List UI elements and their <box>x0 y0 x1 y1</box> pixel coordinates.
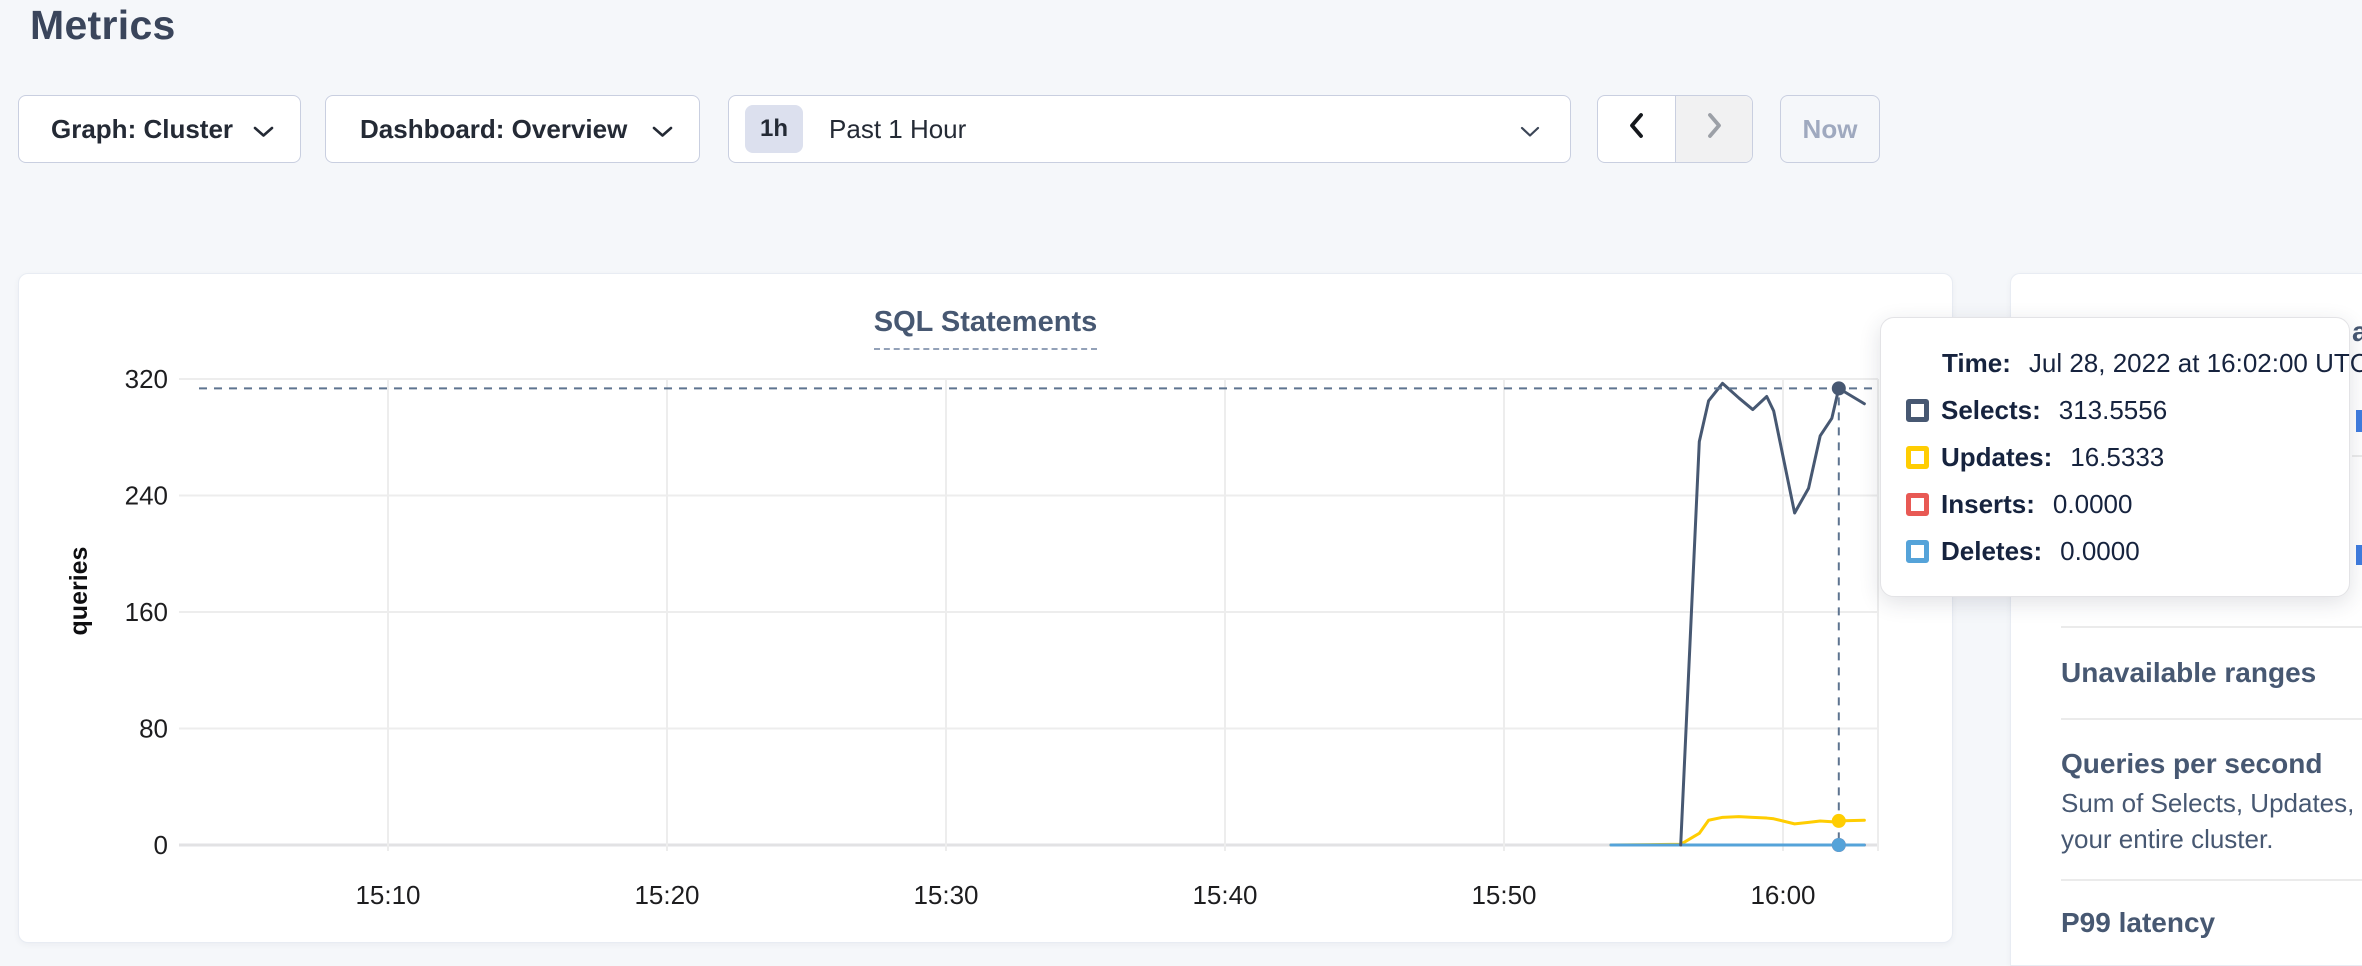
graph-scope-dropdown[interactable]: Graph: Cluster <box>18 95 301 163</box>
summary-heading-qps: Queries per second <box>2061 748 2322 780</box>
svg-text:240: 240 <box>125 481 168 511</box>
time-nav-group <box>1597 95 1753 163</box>
metrics-page: { "page": { "title": "Metrics", "backgro… <box>0 0 2362 966</box>
chevron-down-icon <box>253 114 274 145</box>
svg-text:15:20: 15:20 <box>634 880 699 910</box>
dashboard-dropdown[interactable]: Dashboard: Overview <box>325 95 700 163</box>
chevron-down-icon <box>652 114 673 145</box>
tooltip-row-updates: Updates: 16.5333 <box>1906 440 2349 474</box>
dashboard-label: Dashboard: Overview <box>360 114 627 145</box>
now-button[interactable]: Now <box>1780 95 1880 163</box>
tooltip-series-value: 313.5556 <box>2059 395 2167 426</box>
svg-text:80: 80 <box>139 714 168 744</box>
svg-text:16:00: 16:00 <box>1750 880 1815 910</box>
tooltip-row-deletes: Deletes: 0.0000 <box>1906 534 2349 568</box>
inserts-series-swatch-icon <box>1906 493 1929 516</box>
divider <box>2352 455 2362 457</box>
sql-statements-card: SQL Statements 08016024032015:1015:2015:… <box>18 273 1953 943</box>
tooltip-row-selects: Selects: 313.5556 <box>1906 393 2349 427</box>
qps-description-line1: Sum of Selects, Updates, Inser <box>2061 788 2362 819</box>
divider <box>2061 718 2362 720</box>
time-forward-button[interactable] <box>1675 96 1752 162</box>
summary-heading-p99-latency: P99 latency <box>2061 907 2215 939</box>
graph-scope-label: Graph: Cluster <box>51 114 233 145</box>
tooltip-series-label: Updates: <box>1941 442 2052 473</box>
svg-text:160: 160 <box>125 597 168 627</box>
sql-statements-chart[interactable]: 0 80 160 240 320 15:10 15:20 15:30 15:40 15:50 16:… <box>19 274 1954 944</box>
tooltip-series-label: Selects: <box>1941 395 2041 426</box>
chevron-left-icon <box>1628 112 1645 146</box>
tooltip-series-value: 0.0000 <box>2060 536 2140 567</box>
clipped-link-fragment[interactable] <box>2356 545 2362 565</box>
tooltip-time-value: Jul 28, 2022 at 16:02:00 UTC <box>2029 348 2362 379</box>
chevron-right-icon <box>1706 112 1723 146</box>
svg-text:15:10: 15:10 <box>355 880 420 910</box>
chart-hover-tooltip: Time: Jul 28, 2022 at 16:02:00 UTC Selec… <box>1880 317 2350 597</box>
tooltip-time-row: Time: Jul 28, 2022 at 16:02:00 UTC <box>1942 346 2349 380</box>
qps-description-line2: your entire cluster. <box>2061 824 2273 855</box>
tooltip-series-label: Inserts: <box>1941 489 2035 520</box>
time-range-badge: 1h <box>745 105 803 153</box>
svg-text:15:30: 15:30 <box>913 880 978 910</box>
summary-heading-unavailable-ranges: Unavailable ranges <box>2061 657 2316 689</box>
deletes-series-swatch-icon <box>1906 540 1929 563</box>
tooltip-row-inserts: Inserts: 0.0000 <box>1906 487 2349 521</box>
tooltip-series-value: 16.5333 <box>2070 442 2164 473</box>
tooltip-series-value: 0.0000 <box>2053 489 2133 520</box>
selects-series-swatch-icon <box>1906 399 1929 422</box>
time-range-label: Past 1 Hour <box>829 114 1520 145</box>
time-back-button[interactable] <box>1598 96 1675 162</box>
page-title: Metrics <box>30 2 176 49</box>
time-range-selector[interactable]: 1h Past 1 Hour <box>728 95 1571 163</box>
clipped-link-fragment[interactable] <box>2356 410 2362 432</box>
svg-text:0: 0 <box>154 830 168 860</box>
clipped-heading-fragment: a <box>2352 316 2362 348</box>
divider <box>2061 879 2362 881</box>
tooltip-series-label: Deletes: <box>1941 536 2042 567</box>
divider <box>2061 626 2362 628</box>
tooltip-time-label: Time: <box>1942 348 2011 379</box>
updates-series-swatch-icon <box>1906 446 1929 469</box>
svg-text:15:40: 15:40 <box>1192 880 1257 910</box>
svg-text:15:50: 15:50 <box>1471 880 1536 910</box>
svg-text:queries: queries <box>65 547 93 636</box>
chevron-down-icon <box>1520 114 1540 145</box>
svg-text:320: 320 <box>125 364 168 394</box>
